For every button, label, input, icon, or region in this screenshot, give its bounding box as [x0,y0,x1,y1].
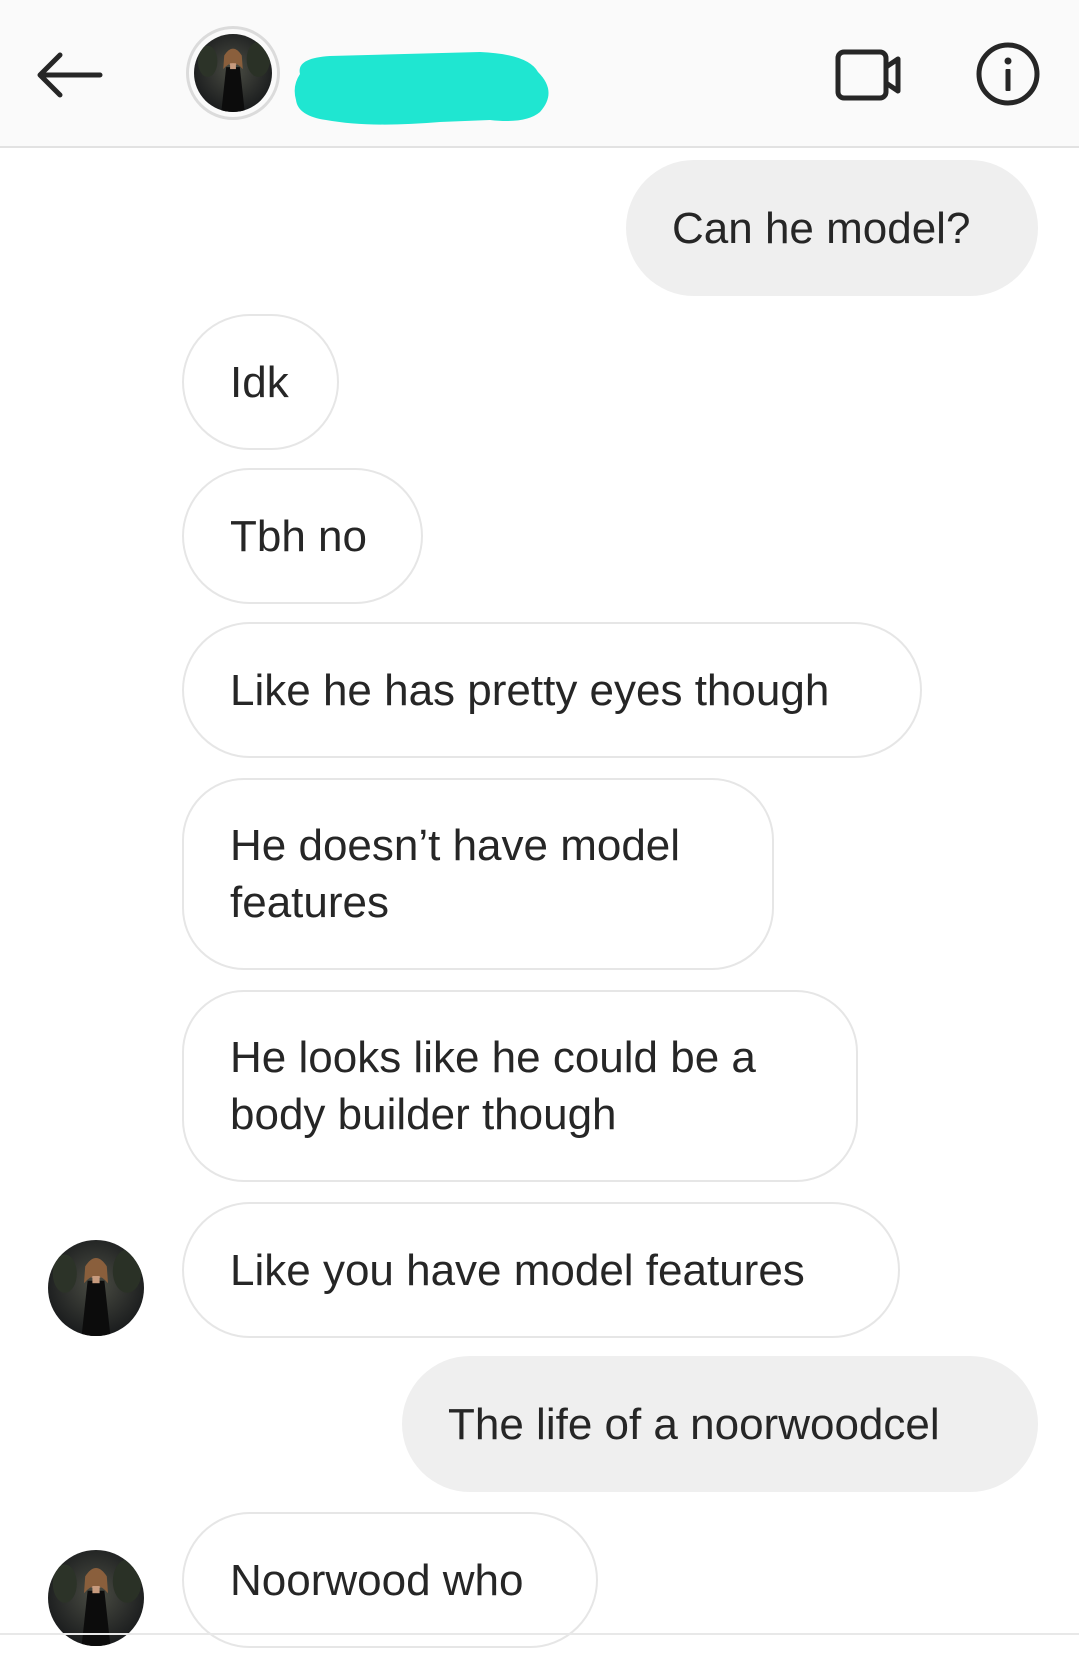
chat-header [0,0,1079,148]
message-bubble-sent[interactable]: The life of a noorwoodcel [402,1356,1038,1492]
message-text: Like he has pretty eyes though [230,665,830,715]
message-text: He doesn’t have model features [230,821,681,927]
redacted-username [294,52,549,125]
info-icon [976,42,1040,106]
sender-avatar[interactable] [48,1550,144,1646]
message-text: Can he model? [672,203,971,253]
message-bubble-received[interactable]: Tbh no [182,468,423,604]
video-call-button[interactable] [830,40,910,110]
message-bubble-received[interactable]: Like you have model features [182,1202,900,1338]
avatar-image [194,34,272,112]
message-text: Idk [230,357,289,407]
message-bubble-received[interactable]: Noorwood who [182,1512,598,1648]
info-button[interactable] [970,36,1046,112]
message-text: The life of a noorwoodcel [448,1399,940,1449]
message-bubble-received[interactable]: He looks like he could be a body builder… [182,990,858,1182]
sender-avatar[interactable] [48,1240,144,1336]
message-text: Tbh no [230,511,367,561]
contact-avatar[interactable] [186,26,280,120]
arrow-left-icon [37,52,103,98]
message-bubble-received[interactable]: He doesn’t have model features [182,778,774,970]
message-bubble-received[interactable]: Like he has pretty eyes though [182,622,922,758]
message-bubble-received[interactable]: Idk [182,314,339,450]
composer-divider [0,1633,1079,1635]
video-camera-icon [835,49,901,101]
message-text: Noorwood who [230,1555,524,1605]
message-text: He looks like he could be a body builder… [230,1033,756,1139]
message-text: Like you have model features [230,1245,805,1295]
message-bubble-sent[interactable]: Can he model? [626,160,1038,296]
back-button[interactable] [28,40,108,110]
